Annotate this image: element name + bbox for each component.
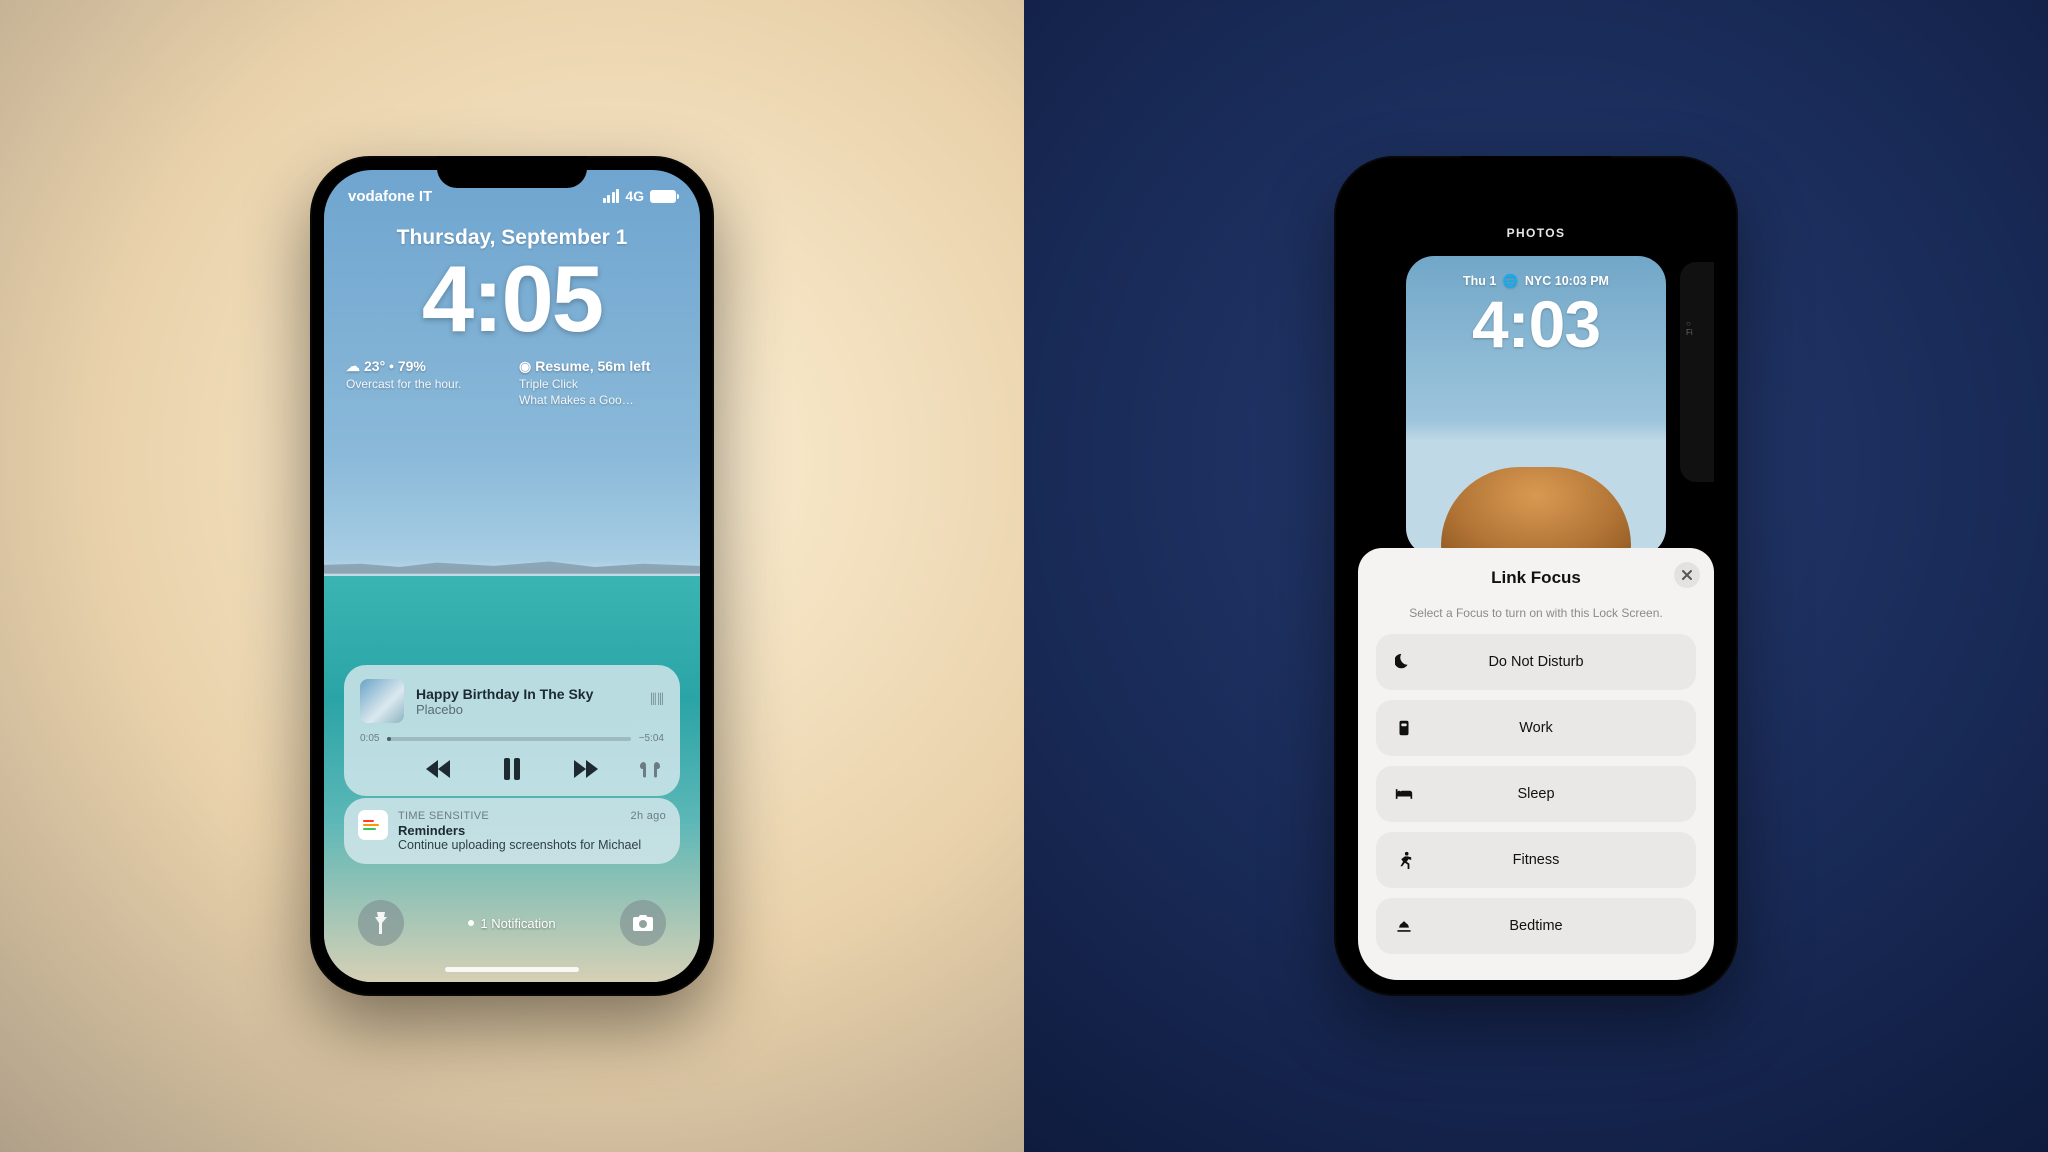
weather-widget[interactable]: ☁︎23° • 79% Overcast for the hour. <box>346 357 505 408</box>
lockscreen-editor[interactable]: PHOTOS ○Fi Thu 1 🌐 NYC 10:03 PM 4:03 Lin… <box>1348 170 1724 982</box>
network-label: 4G <box>625 188 644 204</box>
reminder-body: Continue uploading screenshots for Micha… <box>398 838 666 852</box>
lock-screen[interactable]: vodafone IT 4G Thursday, September 1 4:0… <box>324 170 700 982</box>
pause-button[interactable] <box>499 756 525 782</box>
rewind-button[interactable] <box>425 756 451 782</box>
reminder-app-name: Reminders <box>398 823 666 838</box>
reminder-notification[interactable]: TIME SENSITIVE 2h ago Reminders Continue… <box>344 798 680 864</box>
time-sensitive-tag: TIME SENSITIVE <box>398 810 489 822</box>
preview-time: 4:03 <box>1406 291 1666 357</box>
flashlight-button[interactable] <box>358 900 404 946</box>
notch <box>1461 156 1611 188</box>
lock-time: 4:05 <box>422 254 602 343</box>
scrubber[interactable] <box>387 737 630 741</box>
focus-label: Bedtime <box>1376 918 1696 934</box>
focus-label: Work <box>1376 720 1696 736</box>
focus-item-sleep[interactable]: Sleep <box>1376 766 1696 822</box>
airpods-icon[interactable] <box>638 760 662 785</box>
focus-item-bedtime[interactable]: Bedtime <box>1376 898 1696 954</box>
focus-item-do-not-disturb[interactable]: Do Not Disturb <box>1376 634 1696 690</box>
battery-icon <box>650 190 676 203</box>
focus-label: Sleep <box>1376 786 1696 802</box>
remaining-time: −5:04 <box>639 733 664 744</box>
podcast-icon: ◉ <box>519 357 531 376</box>
sheet-subtitle: Select a Focus to turn on with this Lock… <box>1376 606 1696 620</box>
home-indicator[interactable] <box>445 967 579 972</box>
next-lockscreen-peek[interactable]: ○Fi <box>1680 262 1714 482</box>
preview-day: Thu 1 <box>1463 274 1496 288</box>
notch <box>437 156 587 188</box>
album-art[interactable] <box>360 679 404 723</box>
lockscreen-preview[interactable]: Thu 1 🌐 NYC 10:03 PM 4:03 <box>1406 256 1666 556</box>
reminders-app-icon <box>358 810 388 840</box>
track-title: Happy Birthday In The Sky <box>416 686 638 702</box>
focus-item-work[interactable]: Work <box>1376 700 1696 756</box>
phone-frame-right: PHOTOS ○Fi Thu 1 🌐 NYC 10:03 PM 4:03 Lin… <box>1334 156 1738 996</box>
now-playing-card[interactable]: Happy Birthday In The Sky Placebo ⦀⦀ 0:0… <box>344 665 680 796</box>
widget-row: ☁︎23° • 79% Overcast for the hour. ◉Resu… <box>346 357 678 408</box>
focus-label: Fitness <box>1376 852 1696 868</box>
elapsed-time: 0:05 <box>360 733 379 744</box>
preview-dog-photo <box>1441 467 1631 556</box>
phone-frame-left: vodafone IT 4G Thursday, September 1 4:0… <box>310 156 714 996</box>
focus-list: Do Not Disturb Work Sleep Fitness Bedtime <box>1376 634 1696 954</box>
focus-item-fitness[interactable]: Fitness <box>1376 832 1696 888</box>
preview-city: NYC 10:03 PM <box>1525 274 1609 288</box>
focus-label: Do Not Disturb <box>1376 654 1696 670</box>
cellular-signal-icon <box>603 189 620 203</box>
waveform-icon[interactable]: ⦀⦀ <box>650 692 664 710</box>
link-focus-sheet: Link Focus Select a Focus to turn on wit… <box>1358 548 1714 980</box>
camera-button[interactable] <box>620 900 666 946</box>
notification-age: 2h ago <box>631 810 666 822</box>
notification-count[interactable]: 1 Notification <box>468 916 555 931</box>
carrier-label: vodafone IT <box>348 188 432 205</box>
track-artist: Placebo <box>416 702 638 717</box>
sheet-title: Link Focus <box>1376 568 1696 588</box>
dot-icon <box>468 920 474 926</box>
forward-button[interactable] <box>573 756 599 782</box>
podcast-widget[interactable]: ◉Resume, 56m left Triple Click What Make… <box>519 357 678 408</box>
editor-header: PHOTOS <box>1348 226 1724 240</box>
cloud-icon: ☁︎ <box>346 357 360 376</box>
close-button[interactable] <box>1674 562 1700 588</box>
